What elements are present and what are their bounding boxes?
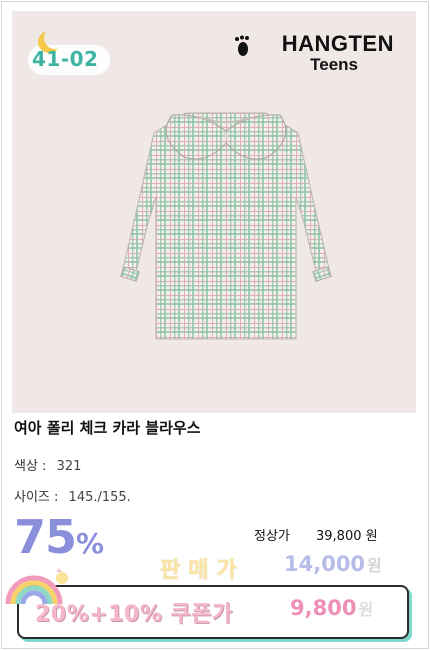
footprint-icon bbox=[235, 35, 249, 56]
discount-rate: 75% bbox=[14, 510, 104, 564]
product-code: 41-02 bbox=[32, 47, 99, 71]
brand-logo: HANGTEN Teens bbox=[234, 31, 394, 77]
sale-price: 14,000 원 bbox=[284, 552, 382, 576]
coupon-price-unit: 원 bbox=[358, 600, 374, 619]
size-label: 사이즈 : bbox=[14, 490, 59, 505]
sale-price-unit: 원 bbox=[367, 556, 382, 575]
color-label: 색상 : bbox=[14, 459, 47, 474]
regular-price-label: 정상가 bbox=[254, 529, 290, 544]
color-value: 321 bbox=[56, 459, 82, 474]
product-photo[interactable]: 41-02 HANGTEN Teens bbox=[12, 11, 416, 413]
brand-sub: Teens bbox=[310, 55, 358, 74]
product-code-badge: 41-02 bbox=[22, 25, 114, 77]
blouse-image bbox=[120, 112, 332, 340]
size-row: 사이즈 : 145./155. bbox=[14, 486, 131, 505]
brand-name: HANGTEN bbox=[281, 31, 394, 56]
color-row: 색상 : 321 bbox=[14, 455, 81, 474]
sale-price-label: 판매가 bbox=[160, 558, 245, 583]
product-title[interactable]: 여아 폴리 체크 카라 블라우스 bbox=[14, 417, 201, 438]
coupon-price-value: 9,800 bbox=[290, 596, 357, 620]
discount-number: 75 bbox=[14, 510, 77, 564]
discount-symbol: % bbox=[76, 527, 105, 560]
coupon-price: 9,800 원 bbox=[290, 596, 373, 620]
size-value: 145./155. bbox=[68, 490, 131, 505]
regular-price: 39,800 원 bbox=[316, 529, 378, 544]
sale-price-value: 14,000 bbox=[284, 552, 366, 576]
moon-icon bbox=[44, 27, 66, 49]
coupon-label: 20%+10% 쿠폰가 bbox=[35, 602, 233, 627]
